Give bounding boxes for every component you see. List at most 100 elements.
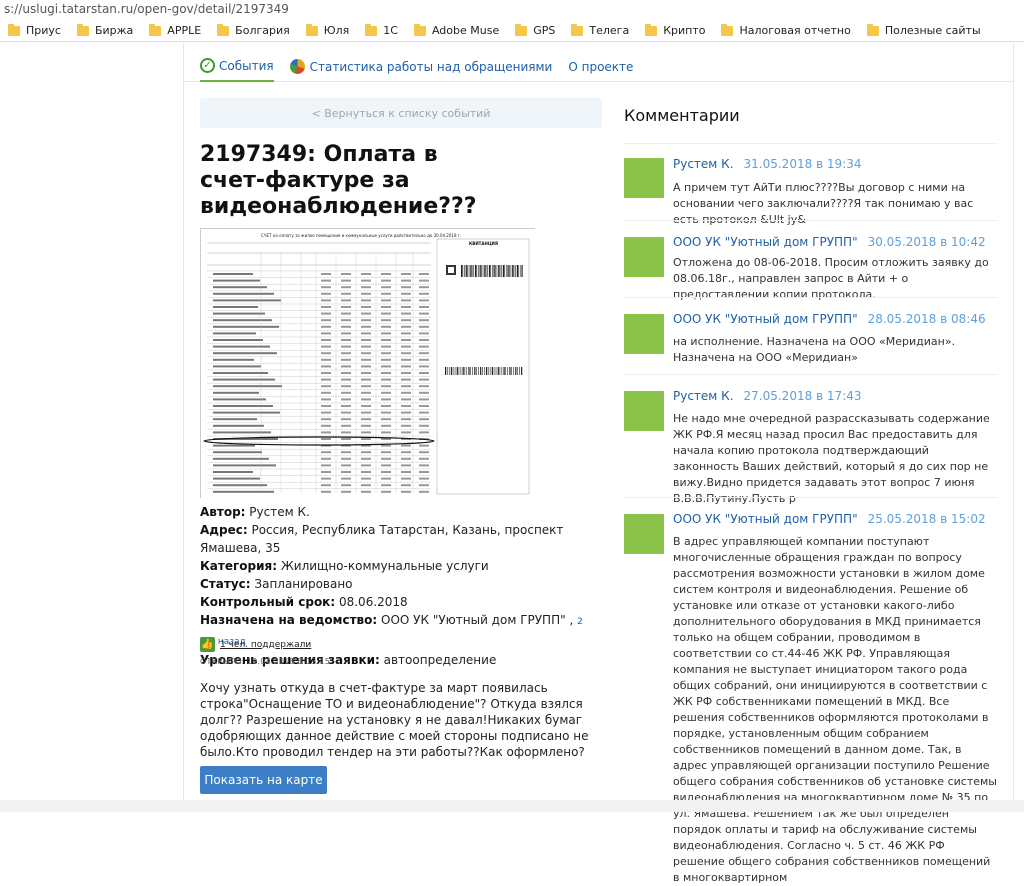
barcode-bar bbox=[478, 367, 479, 375]
table-row-text bbox=[213, 444, 255, 447]
table-cell bbox=[321, 332, 331, 335]
table-cell bbox=[381, 477, 391, 480]
table-cell bbox=[419, 358, 429, 361]
table-row-text bbox=[213, 464, 276, 467]
barcode-bar bbox=[495, 265, 496, 277]
table-cell bbox=[361, 306, 371, 308]
barcode-bar bbox=[464, 265, 465, 277]
table-cell bbox=[401, 464, 411, 467]
table-cell bbox=[321, 484, 331, 487]
table-cell bbox=[381, 405, 391, 407]
bookmark-item[interactable]: GPS bbox=[515, 23, 556, 37]
barcode-bar bbox=[499, 265, 501, 277]
table-cell bbox=[419, 490, 429, 493]
table-cell bbox=[381, 273, 391, 275]
table-cell bbox=[419, 286, 429, 289]
comment-header: ООО УК "Уютный дом ГРУПП" 28.05.2018 в 08… bbox=[673, 312, 986, 326]
table-cell bbox=[419, 431, 429, 434]
table-row-text bbox=[213, 424, 264, 427]
bookmark-item[interactable]: Налоговая отчетно bbox=[721, 23, 851, 37]
nav-about[interactable]: О проекте bbox=[568, 52, 633, 82]
bookmark-item[interactable]: APPLE bbox=[149, 23, 201, 37]
bookmark-item[interactable]: Крипто bbox=[645, 23, 705, 37]
table-row-text bbox=[213, 279, 260, 282]
barcode-bar bbox=[468, 265, 470, 277]
barcode-bar bbox=[471, 265, 473, 277]
category-label: Категория: bbox=[200, 559, 278, 573]
comments-title: Комментарии bbox=[624, 106, 740, 125]
status-label: Статус: bbox=[200, 577, 251, 591]
support-count[interactable]: 1 чел. поддержали bbox=[220, 640, 311, 650]
comment-date: 28.05.2018 в 08:46 bbox=[867, 312, 986, 326]
barcode-bar bbox=[450, 367, 453, 375]
table-cell bbox=[361, 325, 371, 328]
table-cell bbox=[419, 444, 429, 447]
table-cell bbox=[361, 464, 371, 467]
bookmark-label: Налоговая отчетно bbox=[739, 24, 851, 37]
barcode-bar bbox=[505, 367, 507, 375]
table-cell bbox=[321, 319, 331, 322]
table-cell bbox=[401, 319, 411, 322]
table-cell bbox=[381, 457, 391, 460]
bookmark-item[interactable]: Болгария bbox=[217, 23, 290, 37]
comment-author[interactable]: ООО УК "Уютный дом ГРУПП" bbox=[673, 512, 858, 526]
comment-text: Не надо мне очередной разрассказывать со… bbox=[673, 412, 990, 505]
barcode-bar bbox=[517, 367, 518, 375]
barcode-bar bbox=[513, 265, 515, 277]
table-cell bbox=[381, 312, 391, 315]
table-cell bbox=[341, 431, 351, 434]
bookmark-label: Биржа bbox=[94, 24, 134, 37]
comment-author[interactable]: Рустем К. bbox=[673, 389, 734, 403]
comment-author[interactable]: Рустем К. bbox=[673, 157, 734, 171]
table-cell bbox=[419, 372, 429, 374]
avatar bbox=[624, 314, 664, 354]
table-cell bbox=[321, 490, 331, 493]
bookmark-item[interactable]: Полезные сайты bbox=[866, 23, 981, 37]
support-row[interactable]: 👍 1 чел. поддержали bbox=[200, 637, 311, 652]
bookmark-item[interactable]: 1С bbox=[365, 23, 398, 37]
table-cell bbox=[361, 490, 371, 493]
bookmark-item[interactable]: Adobe Muse bbox=[413, 23, 499, 37]
table-cell bbox=[419, 365, 429, 368]
barcode-bar bbox=[502, 265, 505, 277]
barcode-bar bbox=[472, 367, 473, 375]
comment-header: Рустем К. 27.05.2018 в 17:43 bbox=[673, 389, 862, 403]
author-row: Автор: Рустем К. bbox=[200, 503, 600, 521]
table-cell bbox=[419, 424, 429, 427]
comment-author[interactable]: ООО УК "Уютный дом ГРУПП" bbox=[673, 312, 858, 326]
comment-author[interactable]: ООО УК "Уютный дом ГРУПП" bbox=[673, 235, 858, 249]
thumbs-up-icon: 👍 bbox=[200, 637, 215, 652]
table-cell bbox=[381, 418, 391, 421]
barcode-bar bbox=[490, 265, 492, 277]
comment-header: ООО УК "Уютный дом ГРУПП" 30.05.2018 в 10… bbox=[673, 235, 986, 249]
bookmark-item[interactable]: Приус bbox=[8, 23, 61, 37]
invoice-image[interactable]: СЧЕТ на оплату за жилое помещение и комм… bbox=[200, 228, 536, 499]
bookmark-item[interactable]: Юля bbox=[305, 23, 349, 37]
comment-text: на исполнение. Назначена на ООО «Меридиа… bbox=[673, 335, 956, 364]
table-cell bbox=[341, 345, 351, 348]
assigned-value: ООО УК "Уютный дом ГРУПП" , bbox=[381, 613, 574, 627]
table-row-text bbox=[213, 411, 280, 414]
bookmark-item[interactable]: Телега bbox=[571, 23, 629, 37]
barcode-bar bbox=[497, 367, 499, 375]
table-row-text bbox=[213, 477, 260, 480]
table-cell bbox=[361, 398, 371, 401]
table-cell bbox=[401, 378, 411, 381]
barcode-bar bbox=[462, 265, 464, 277]
pie-chart-icon bbox=[289, 59, 305, 74]
barcode-bar bbox=[487, 367, 489, 375]
bookmark-item[interactable]: Биржа bbox=[76, 23, 134, 37]
table-cell bbox=[401, 345, 411, 348]
table-cell bbox=[401, 286, 411, 289]
nav-events[interactable]: ✓ События bbox=[200, 52, 274, 82]
comment-item: Рустем К. 31.05.2018 в 19:34 А причем тут… bbox=[624, 143, 998, 226]
show-on-map-button[interactable]: Показать на карте bbox=[200, 766, 327, 794]
address-bar[interactable]: s://uslugi.tatarstan.ru/open-gov/detail/… bbox=[0, 0, 1024, 20]
table-cell bbox=[361, 457, 371, 460]
back-to-events-link[interactable]: < Вернуться к списку событий bbox=[200, 98, 602, 128]
folder-icon bbox=[8, 23, 20, 36]
table-cell bbox=[361, 352, 371, 355]
table-cell bbox=[321, 372, 331, 374]
nav-stats[interactable]: Статистика работы над обращениями bbox=[289, 52, 552, 82]
bookmark-label: GPS bbox=[533, 24, 556, 37]
